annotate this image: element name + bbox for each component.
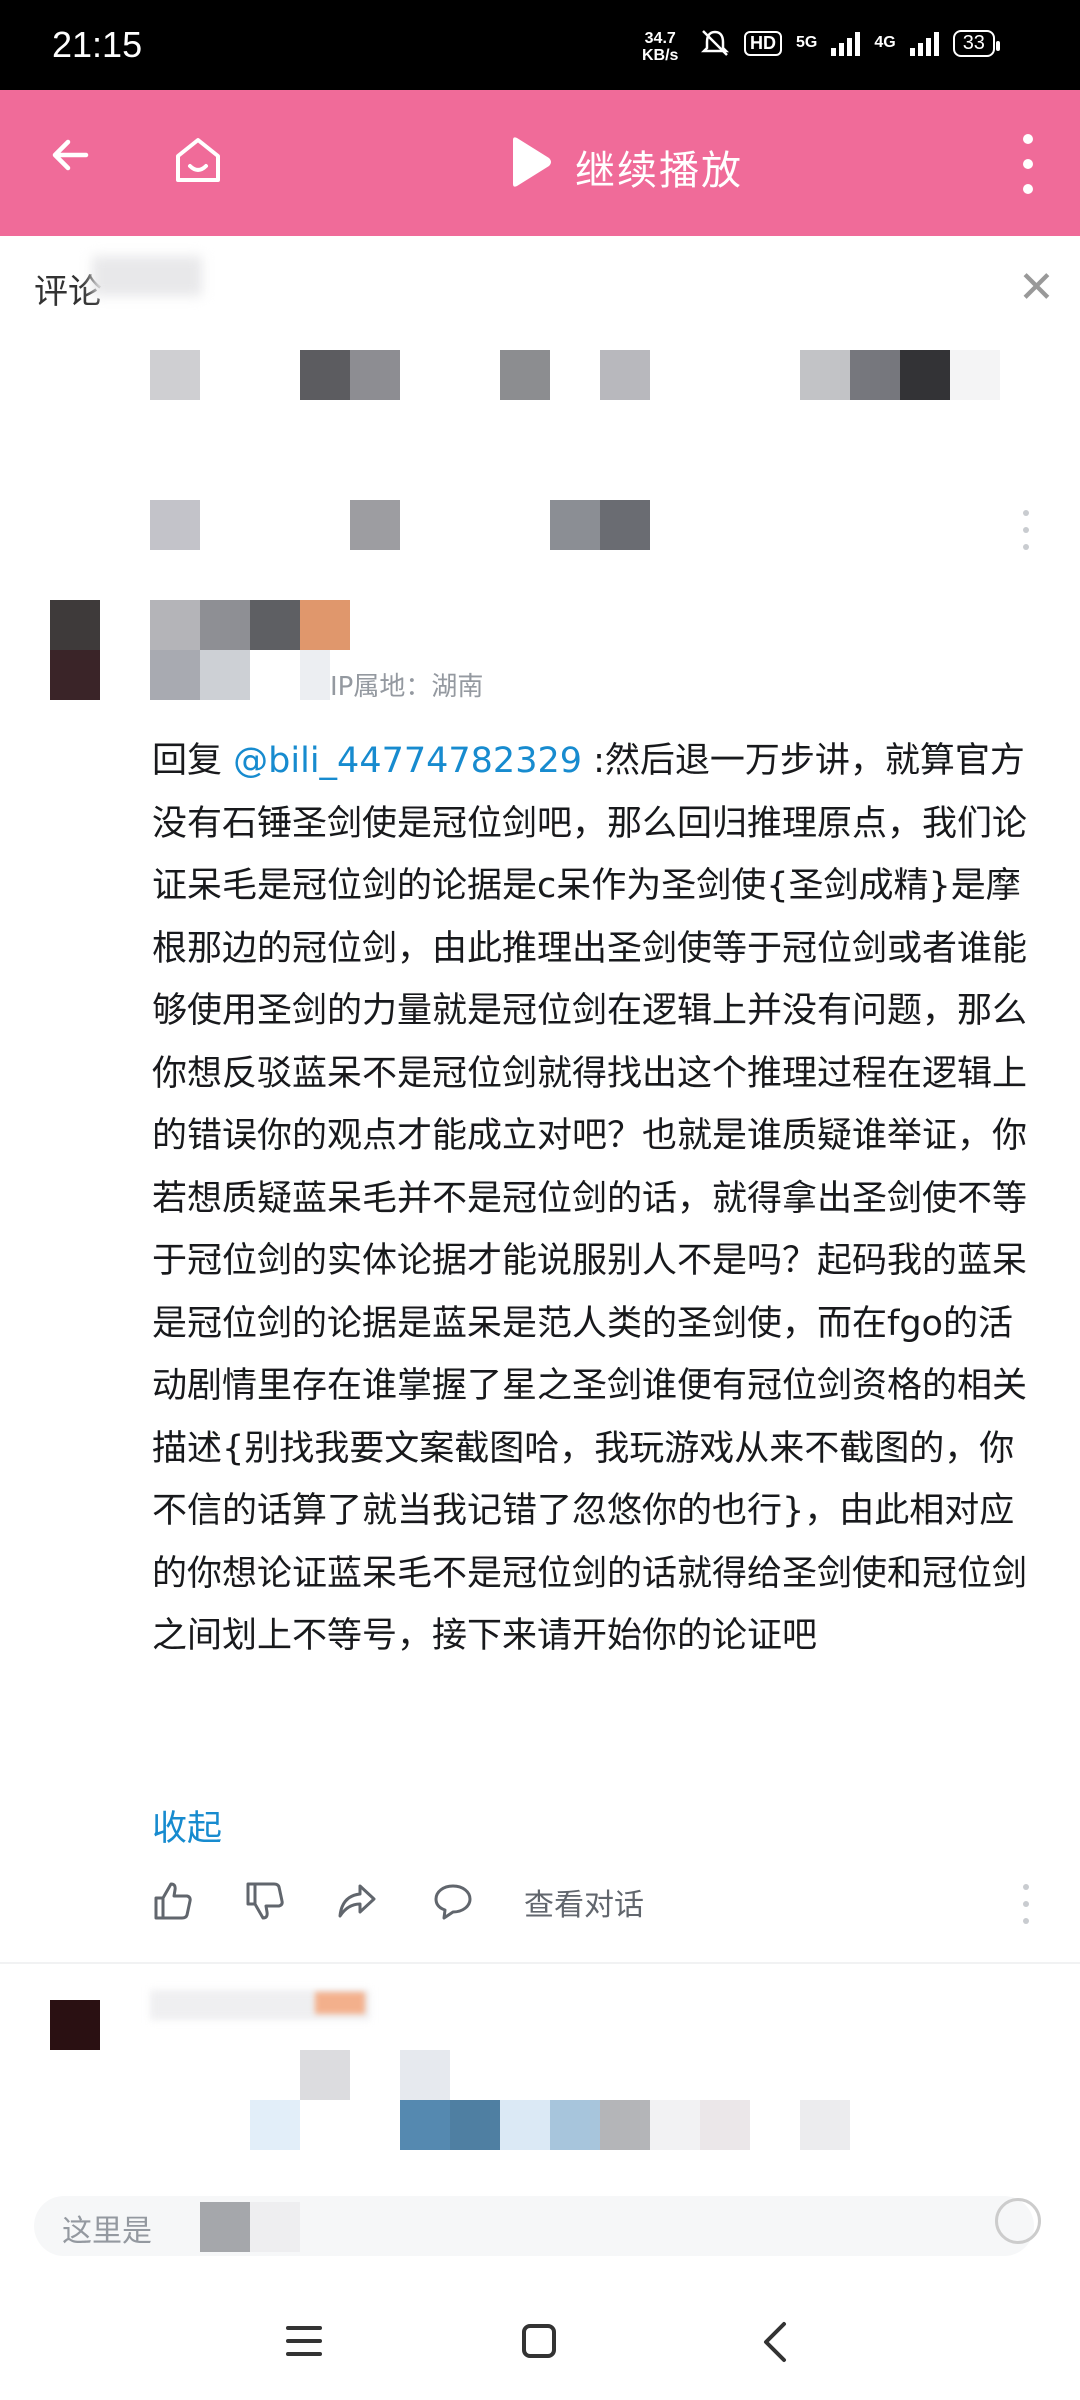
- share-button[interactable]: [336, 1880, 380, 1924]
- reply-button[interactable]: [432, 1880, 476, 1924]
- avatar-lower: [50, 650, 100, 700]
- hd-voice-badge: HD: [744, 30, 782, 56]
- battery-icon: 33: [952, 29, 1001, 57]
- blurred-username: [150, 650, 200, 700]
- mention-link[interactable]: @bili_44774782329: [233, 741, 582, 781]
- blurred-block: [300, 2050, 350, 2100]
- ip-location: IP属地：湖南: [330, 672, 484, 702]
- blurred-username: [200, 650, 250, 700]
- blurred-block: [200, 2202, 250, 2252]
- blurred-block: [700, 2100, 750, 2150]
- blurred-block: [600, 2100, 650, 2150]
- signal-icon-2: [909, 30, 939, 56]
- comment-body: 回复 @bili_44774782329 :然后退一万步讲，就算官方没有石锤圣剑…: [152, 730, 1042, 1668]
- view-conversation-link[interactable]: 查看对话: [524, 1880, 644, 1924]
- blurred-block: [600, 500, 650, 550]
- blurred-username: [150, 600, 200, 650]
- chevron-left-icon[interactable]: [758, 2318, 792, 2374]
- network-type-5g: 5G: [796, 34, 818, 51]
- blurred-block: [500, 350, 550, 400]
- comment-bubble-icon: [434, 1884, 472, 1920]
- blurred-block: [550, 500, 600, 550]
- network-speed-unit: KB/s: [642, 47, 679, 64]
- bell-muted-icon: [700, 30, 730, 56]
- blurred-block: [150, 500, 200, 550]
- network-speed-value: 34.7: [644, 30, 676, 47]
- collapse-button[interactable]: 收起: [152, 1800, 222, 1851]
- blurred-block: [550, 2100, 600, 2150]
- continue-play-label[interactable]: 继续播放: [575, 138, 743, 196]
- comment-panel-header: 评论: [0, 236, 1080, 336]
- blurred-block: [600, 350, 650, 400]
- home-button[interactable]: [170, 132, 226, 188]
- blurred-block: [350, 350, 400, 400]
- continue-play-button[interactable]: [505, 134, 555, 190]
- blurred-block: [400, 2050, 450, 2100]
- network-type-4g: 4G: [874, 34, 896, 51]
- app-bar: 继续播放: [0, 90, 1080, 236]
- blurred-block: [850, 350, 900, 400]
- blurred-username: [300, 650, 330, 700]
- blurred-block: [450, 2100, 500, 2150]
- avatar[interactable]: [50, 600, 100, 650]
- more-vertical-icon[interactable]: [1022, 134, 1034, 194]
- like-button[interactable]: [152, 1880, 196, 1924]
- blurred-block: [650, 2100, 700, 2150]
- system-nav-bar: [0, 2280, 1080, 2400]
- blurred-block: [400, 2100, 450, 2150]
- blurred-block: [950, 350, 1000, 400]
- back-button[interactable]: [46, 130, 96, 192]
- blurred-block: [800, 350, 850, 400]
- emoji-button[interactable]: [995, 2198, 1041, 2244]
- blurred-region: [92, 256, 202, 296]
- avatar[interactable]: [50, 2000, 100, 2050]
- network-speed: 34.7 KB/s: [642, 30, 678, 64]
- more-options-icon[interactable]: [1022, 510, 1030, 550]
- signal-icon: [831, 30, 861, 56]
- thumbs-down-icon: [246, 1882, 284, 1920]
- home-icon: [176, 138, 220, 182]
- dislike-button[interactable]: [244, 1880, 288, 1924]
- blurred-block: [800, 2100, 850, 2150]
- reply-prefix: 回复: [152, 741, 223, 781]
- close-icon[interactable]: ✕: [1018, 266, 1055, 310]
- play-icon: [513, 137, 551, 187]
- blurred-block: [350, 500, 400, 550]
- comment-input-placeholder: 这里是: [62, 2214, 152, 2249]
- blurred-block: [250, 2100, 300, 2150]
- comment-text: :然后退一万步讲，就算官方没有石锤圣剑使是冠位剑吧，那么回归推理原点，我们论证呆…: [152, 741, 1028, 1656]
- blurred-username: [200, 600, 250, 650]
- blurred-block: [900, 350, 950, 400]
- arrow-left-icon: [52, 139, 89, 171]
- thumbs-up-icon: [154, 1882, 192, 1920]
- status-bar: 21:15 34.7 KB/s HD 5G 4G 33: [0, 0, 1080, 90]
- share-icon: [338, 1884, 376, 1918]
- blurred-badge: [315, 1992, 365, 2014]
- blurred-block: [150, 350, 200, 400]
- more-options-icon[interactable]: [1022, 1884, 1030, 1924]
- blurred-badge: [300, 600, 350, 650]
- divider: [0, 1962, 1080, 1964]
- menu-icon[interactable]: [286, 2326, 322, 2356]
- blurred-block: [500, 2100, 550, 2150]
- blurred-username: [250, 600, 300, 650]
- clock: 21:15: [52, 24, 143, 65]
- square-icon[interactable]: [522, 2324, 556, 2358]
- blurred-block: [250, 2202, 300, 2252]
- blurred-block: [300, 350, 350, 400]
- status-icons: HD 5G 4G 33: [700, 28, 1001, 58]
- comment-input[interactable]: 这里是: [34, 2196, 1034, 2256]
